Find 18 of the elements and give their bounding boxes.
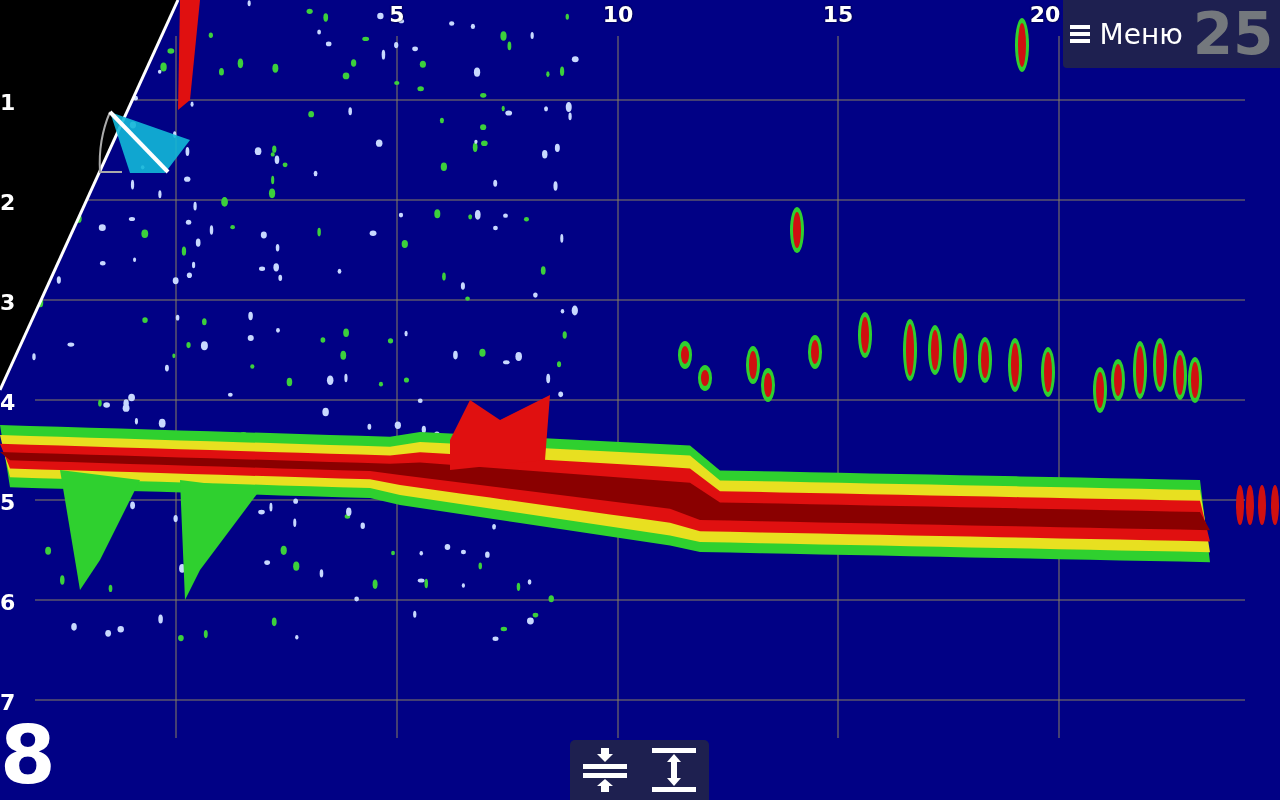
distance-label: 20 xyxy=(1029,2,1061,27)
depth-label: 7 xyxy=(0,689,16,715)
distance-label: 15 xyxy=(822,2,854,27)
compress-icon xyxy=(582,748,627,792)
menu-icon xyxy=(1069,25,1090,43)
expand-icon xyxy=(652,748,697,792)
depth-range-value: 8 xyxy=(0,716,56,796)
distance-label: 5 xyxy=(389,2,405,27)
menu-label: Меню xyxy=(1099,17,1183,51)
distance-label: 10 xyxy=(602,2,634,27)
depth-label: 4 xyxy=(0,389,16,415)
depth-label: 3 xyxy=(0,289,16,315)
depth-label: 6 xyxy=(0,589,16,615)
transducer-cone-icon xyxy=(98,110,190,174)
zoom-factor-value: 25 xyxy=(1192,5,1274,63)
depth-label: 5 xyxy=(0,489,16,515)
depth-label: 1 xyxy=(0,89,16,115)
depth-label: 2 xyxy=(0,189,16,215)
